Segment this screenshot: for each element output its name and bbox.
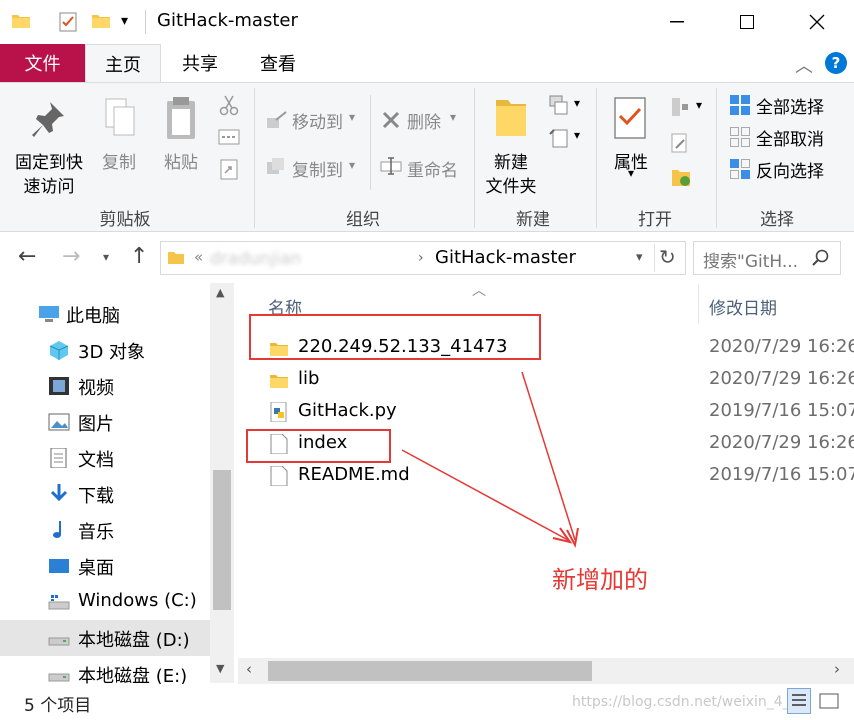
details-view-icon[interactable] <box>787 688 811 714</box>
annotation-arrows <box>401 371 579 549</box>
scroll-left-icon[interactable]: ‹ <box>246 660 252 678</box>
item-count: 5 个项目 <box>24 696 92 716</box>
large-icons-view-icon[interactable] <box>818 690 840 712</box>
horizontal-scrollbar-thumb[interactable] <box>268 661 592 681</box>
annotation-label: 新增加的 <box>552 566 648 594</box>
scroll-right-icon[interactable]: › <box>834 660 840 678</box>
watermark: https://blog.csdn.net/weixin_4___ <box>572 694 804 710</box>
explorer-window: ▾ GitHack-master 文件 主页 共享 查看 ︿ ? 固定到快 速访… <box>0 0 854 720</box>
